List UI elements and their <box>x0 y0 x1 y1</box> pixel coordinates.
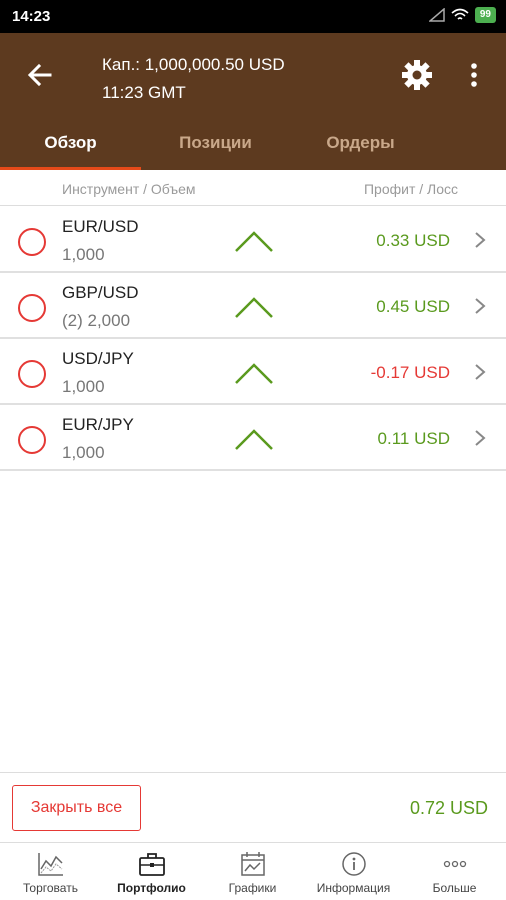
instrument-symbol: EUR/JPY <box>62 415 134 434</box>
tab-bar: Обзор Позиции Ордеры <box>0 125 506 170</box>
nav-label: Информация <box>316 881 391 895</box>
capital-label: Кап.: 1,000,000.50 USD <box>102 55 285 74</box>
instrument-symbol: USD/JPY <box>62 349 134 368</box>
profit-loss: -0.17 USD <box>370 363 450 382</box>
profit-loss: 0.11 USD <box>377 429 450 448</box>
chevron-right-icon[interactable] <box>474 231 486 249</box>
close-position-circle-icon[interactable] <box>18 360 46 388</box>
column-pl: Профит / Лосс <box>363 181 458 197</box>
list-item[interactable]: USD/JPY 1,000 -0.17 USD <box>0 339 506 405</box>
wifi-icon <box>451 8 469 20</box>
server-time: 11:23 GMT <box>102 83 186 102</box>
portfolio-footer: Закрыть все 0.72 USD <box>0 772 506 842</box>
instrument-volume: 1,000 <box>62 245 105 264</box>
chevron-right-icon[interactable] <box>474 429 486 447</box>
gear-icon[interactable] <box>401 59 433 91</box>
buy-arrow-icon <box>235 297 273 318</box>
profit-loss: 0.33 USD <box>376 231 450 250</box>
profit-loss: 0.45 USD <box>376 297 450 316</box>
app-bar: Кап.: 1,000,000.50 USD 11:23 GMT Обзор П… <box>0 33 506 170</box>
status-icons: 99 <box>428 7 496 23</box>
list-item[interactable]: GBP/USD (2) 2,000 0.45 USD <box>0 273 506 339</box>
positions-list: EUR/USD 1,000 0.33 USD GBP/USD (2) 2,000… <box>0 207 506 471</box>
buy-arrow-icon <box>235 231 273 252</box>
instrument-volume: 1,000 <box>62 443 105 462</box>
nav-information[interactable]: Информация <box>303 843 404 900</box>
total-profit-loss: 0.72 USD <box>409 798 488 818</box>
calendar-chart-icon <box>241 852 265 876</box>
back-arrow-icon[interactable] <box>26 61 54 89</box>
nav-label: Графики <box>228 881 277 895</box>
trade-chart-icon <box>38 853 63 876</box>
instrument-volume: (2) 2,000 <box>62 311 131 330</box>
tab-positions[interactable]: Позиции <box>145 125 286 170</box>
status-bar: 14:23 99 <box>0 0 506 33</box>
tab-orders[interactable]: Ордеры <box>290 125 431 170</box>
buy-arrow-icon <box>235 429 273 450</box>
more-vert-icon[interactable] <box>462 59 486 91</box>
more-dots-icon <box>443 860 467 868</box>
chevron-right-icon[interactable] <box>474 363 486 381</box>
buy-arrow-icon <box>235 363 273 384</box>
bottom-navigation: Торговать Портфолио Графики Информация Б… <box>0 842 506 900</box>
status-time: 14:23 <box>12 8 51 25</box>
nav-charts[interactable]: Графики <box>202 843 303 900</box>
nav-portfolio[interactable]: Портфолио <box>101 843 202 900</box>
column-instrument: Инструмент / Объем <box>62 181 196 197</box>
tab-overview[interactable]: Обзор <box>0 125 141 170</box>
nav-label: Торговать <box>23 881 78 895</box>
close-position-circle-icon[interactable] <box>18 426 46 454</box>
nav-label: Портфолио <box>117 881 186 895</box>
list-item[interactable]: EUR/JPY 1,000 0.11 USD <box>0 405 506 471</box>
instrument-symbol: GBP/USD <box>62 283 139 302</box>
nav-more[interactable]: Больше <box>404 843 505 900</box>
chevron-right-icon[interactable] <box>474 297 486 315</box>
close-all-button[interactable]: Закрыть все <box>12 785 141 831</box>
nav-trade[interactable]: Торговать <box>0 843 101 900</box>
header-titles: Кап.: 1,000,000.50 USD 11:23 GMT <box>102 51 285 107</box>
instrument-symbol: EUR/USD <box>62 217 139 236</box>
close-position-circle-icon[interactable] <box>18 228 46 256</box>
column-header: Инструмент / Объем Профит / Лосс <box>0 170 506 206</box>
list-item[interactable]: EUR/USD 1,000 0.33 USD <box>0 207 506 273</box>
battery-icon: 99 <box>474 7 496 23</box>
nav-label: Больше <box>432 881 477 895</box>
signal-icon <box>428 8 445 22</box>
close-position-circle-icon[interactable] <box>18 294 46 322</box>
briefcase-icon <box>139 853 165 876</box>
info-icon <box>342 852 366 876</box>
instrument-volume: 1,000 <box>62 377 105 396</box>
